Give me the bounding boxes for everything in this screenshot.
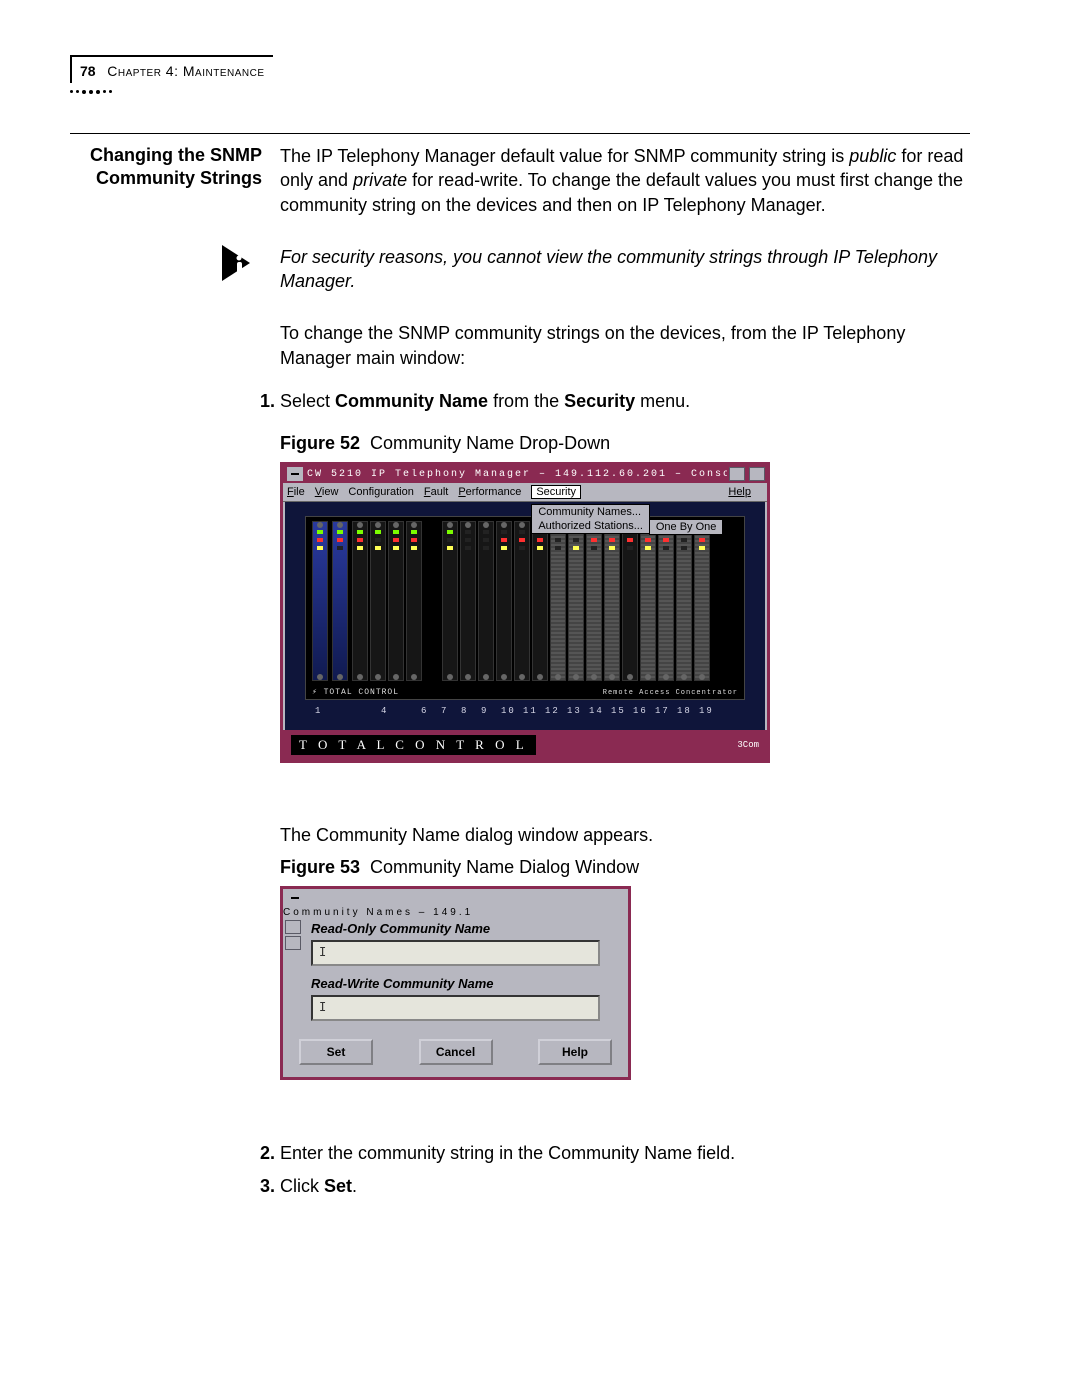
security-dropdown: Community Names... Authorized Stations..… [531,504,650,534]
set-button[interactable]: Set [299,1039,373,1065]
console-titlebar[interactable]: CW 5210 IP Telephony Manager – 149.112.6… [283,465,767,483]
intro-paragraph: The IP Telephony Manager default value f… [280,144,970,217]
maximize-icon[interactable] [749,467,765,481]
minimize-icon[interactable] [285,920,301,934]
info-arrow-icon [222,245,262,281]
menu-configuration[interactable]: Configuration [348,486,413,498]
decorative-dots [70,83,130,103]
page-header: 78 Chapter 4: Maintenance [70,55,273,83]
console-title: CW 5210 IP Telephony Manager – 149.112.6… [307,469,727,480]
menu-fault[interactable]: Fault [424,486,448,498]
chassis-graphic: ⚡ TOTAL CONTROL Remote Access Concentrat… [305,516,745,700]
section-title: Changing the SNMP Community Strings [70,144,262,191]
slot-numbers-row: 14678910111213141516171819 [305,706,745,720]
dropdown-community-names[interactable]: Community Names... [532,505,649,519]
step-2: Enter the community string in the Commun… [280,1140,970,1167]
label-readonly: Read-Only Community Name [311,921,628,936]
figure52-console-window: CW 5210 IP Telephony Manager – 149.112.6… [280,462,770,763]
help-button[interactable]: Help [538,1039,612,1065]
maximize-icon[interactable] [285,936,301,950]
menu-security[interactable]: Security [531,485,581,499]
input-readonly-community[interactable]: I [311,940,600,966]
system-menu-icon[interactable] [287,467,303,481]
chapter-label: Chapter 4: Maintenance [107,63,264,79]
menu-help[interactable]: Help [728,486,751,498]
menu-view[interactable]: View [315,486,339,498]
horizontal-rule [70,133,970,134]
input-readwrite-community[interactable]: I [311,995,600,1021]
console-menubar: File View Configuration Fault Performanc… [283,483,767,502]
console-footer: T O T A L C O N T R O L 3Com [283,730,767,760]
menu-file[interactable]: File [287,486,305,498]
lead-in-paragraph: To change the SNMP community strings on … [280,321,970,370]
menu-performance[interactable]: Performance [458,486,521,498]
step-3: Click Set. [280,1173,970,1200]
figure52-caption: Figure 52 Community Name Drop-Down [280,433,970,454]
system-menu-icon[interactable] [287,891,303,905]
brand-badge: 3Com [737,740,759,750]
dropdown-authorized-stations[interactable]: Authorized Stations... One By One [532,519,649,533]
chassis-label-left: ⚡ TOTAL CONTROL [312,687,399,697]
minimize-icon[interactable] [729,467,745,481]
chassis-label-right: Remote Access Concentrator [603,689,738,697]
label-readwrite: Read-Write Community Name [311,976,628,991]
cancel-button[interactable]: Cancel [419,1039,493,1065]
total-control-logo: T O T A L C O N T R O L [291,735,536,755]
figure53-dialog: Community Names – 149.1 Read-Only Commun… [280,886,631,1080]
figure53-caption: Figure 53 Community Name Dialog Window [280,857,970,878]
console-body: ⚡ TOTAL CONTROL Remote Access Concentrat… [285,502,765,730]
after-fig52-text: The Community Name dialog window appears… [280,823,970,847]
submenu-one-by-one[interactable]: One By One [649,519,724,535]
dialog-titlebar[interactable]: Community Names – 149.1 [283,891,628,911]
dialog-title: Community Names – 149.1 [283,907,628,918]
security-note: For security reasons, you cannot view th… [280,245,970,294]
step-1: Select Community Name from the Security … [280,388,970,415]
page-number: 78 [80,63,96,79]
